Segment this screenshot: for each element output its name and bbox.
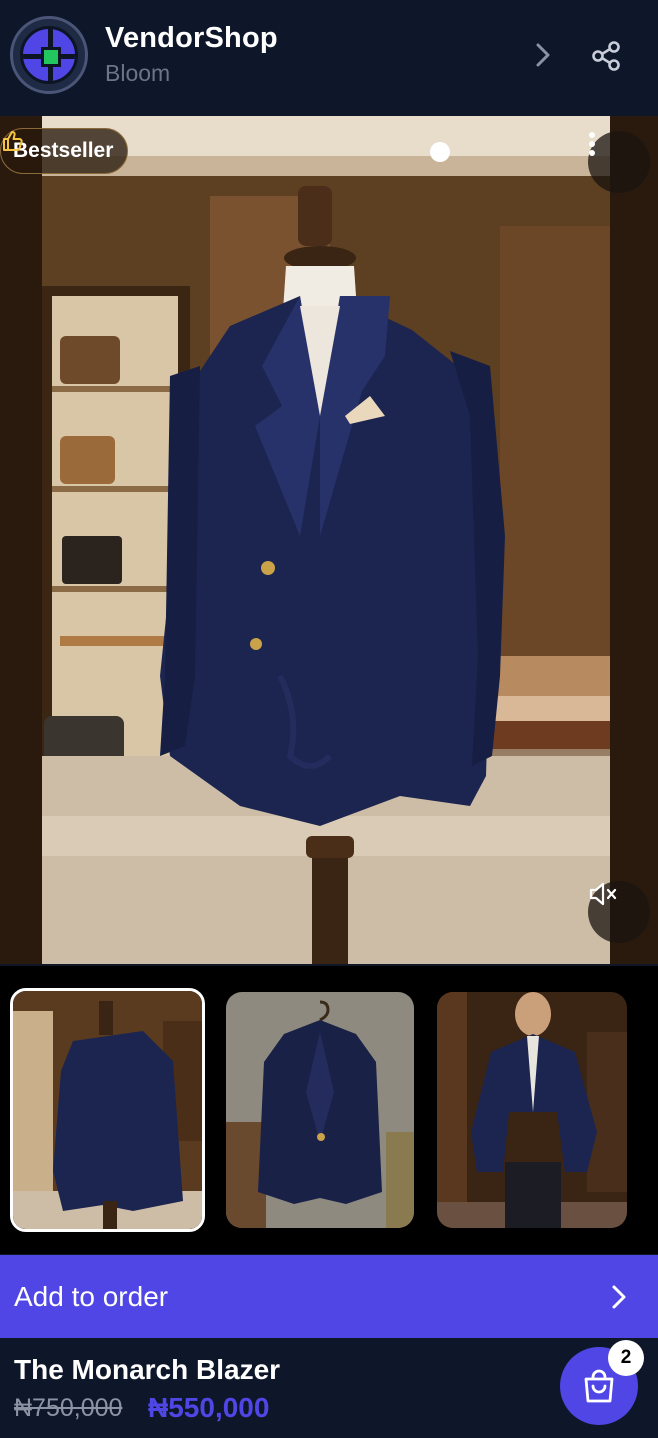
thumbs-up-icon bbox=[3, 131, 23, 151]
original-price: ₦750,000 bbox=[14, 1394, 123, 1422]
share-icon[interactable] bbox=[590, 40, 622, 72]
blazer-on-mannequin-image bbox=[0, 116, 658, 964]
more-options-button[interactable] bbox=[588, 131, 650, 193]
shopping-bag-icon bbox=[584, 1369, 614, 1403]
sale-price: ₦550,000 bbox=[148, 1392, 270, 1423]
shop-header[interactable]: VendorShop Bloom bbox=[0, 0, 658, 114]
product-footer: The Monarch Blazer ₦750,000 ₦550,000 bbox=[0, 1339, 658, 1438]
mute-button[interactable] bbox=[588, 881, 650, 943]
shop-subtitle: Bloom bbox=[105, 60, 171, 86]
badge-label: Bestseller bbox=[13, 139, 114, 162]
thumbnail-strip bbox=[0, 966, 658, 1254]
chevron-right-icon bbox=[612, 1285, 626, 1309]
cart-count-badge: 2 bbox=[608, 1340, 644, 1376]
bestseller-badge: Bestseller bbox=[0, 128, 129, 174]
chevron-right-icon[interactable] bbox=[530, 40, 556, 70]
add-to-order-button[interactable]: Add to order bbox=[0, 1255, 658, 1338]
product-hero-image[interactable]: Bestseller bbox=[0, 116, 658, 964]
product-name: The Monarch Blazer bbox=[14, 1354, 281, 1385]
shop-name[interactable]: VendorShop bbox=[105, 22, 278, 55]
shop-logo-icon[interactable] bbox=[10, 16, 88, 94]
more-vertical-icon bbox=[589, 132, 595, 156]
thumbnail-model-view[interactable] bbox=[437, 992, 627, 1228]
add-to-order-label: Add to order bbox=[14, 1280, 169, 1312]
thumbnail-hanger-view[interactable] bbox=[226, 992, 414, 1228]
thumbnail-back-view[interactable] bbox=[10, 988, 205, 1232]
volume-mute-icon bbox=[589, 882, 617, 906]
product-page: VendorShop Bloom Bestseller Add to order… bbox=[0, 0, 658, 1438]
